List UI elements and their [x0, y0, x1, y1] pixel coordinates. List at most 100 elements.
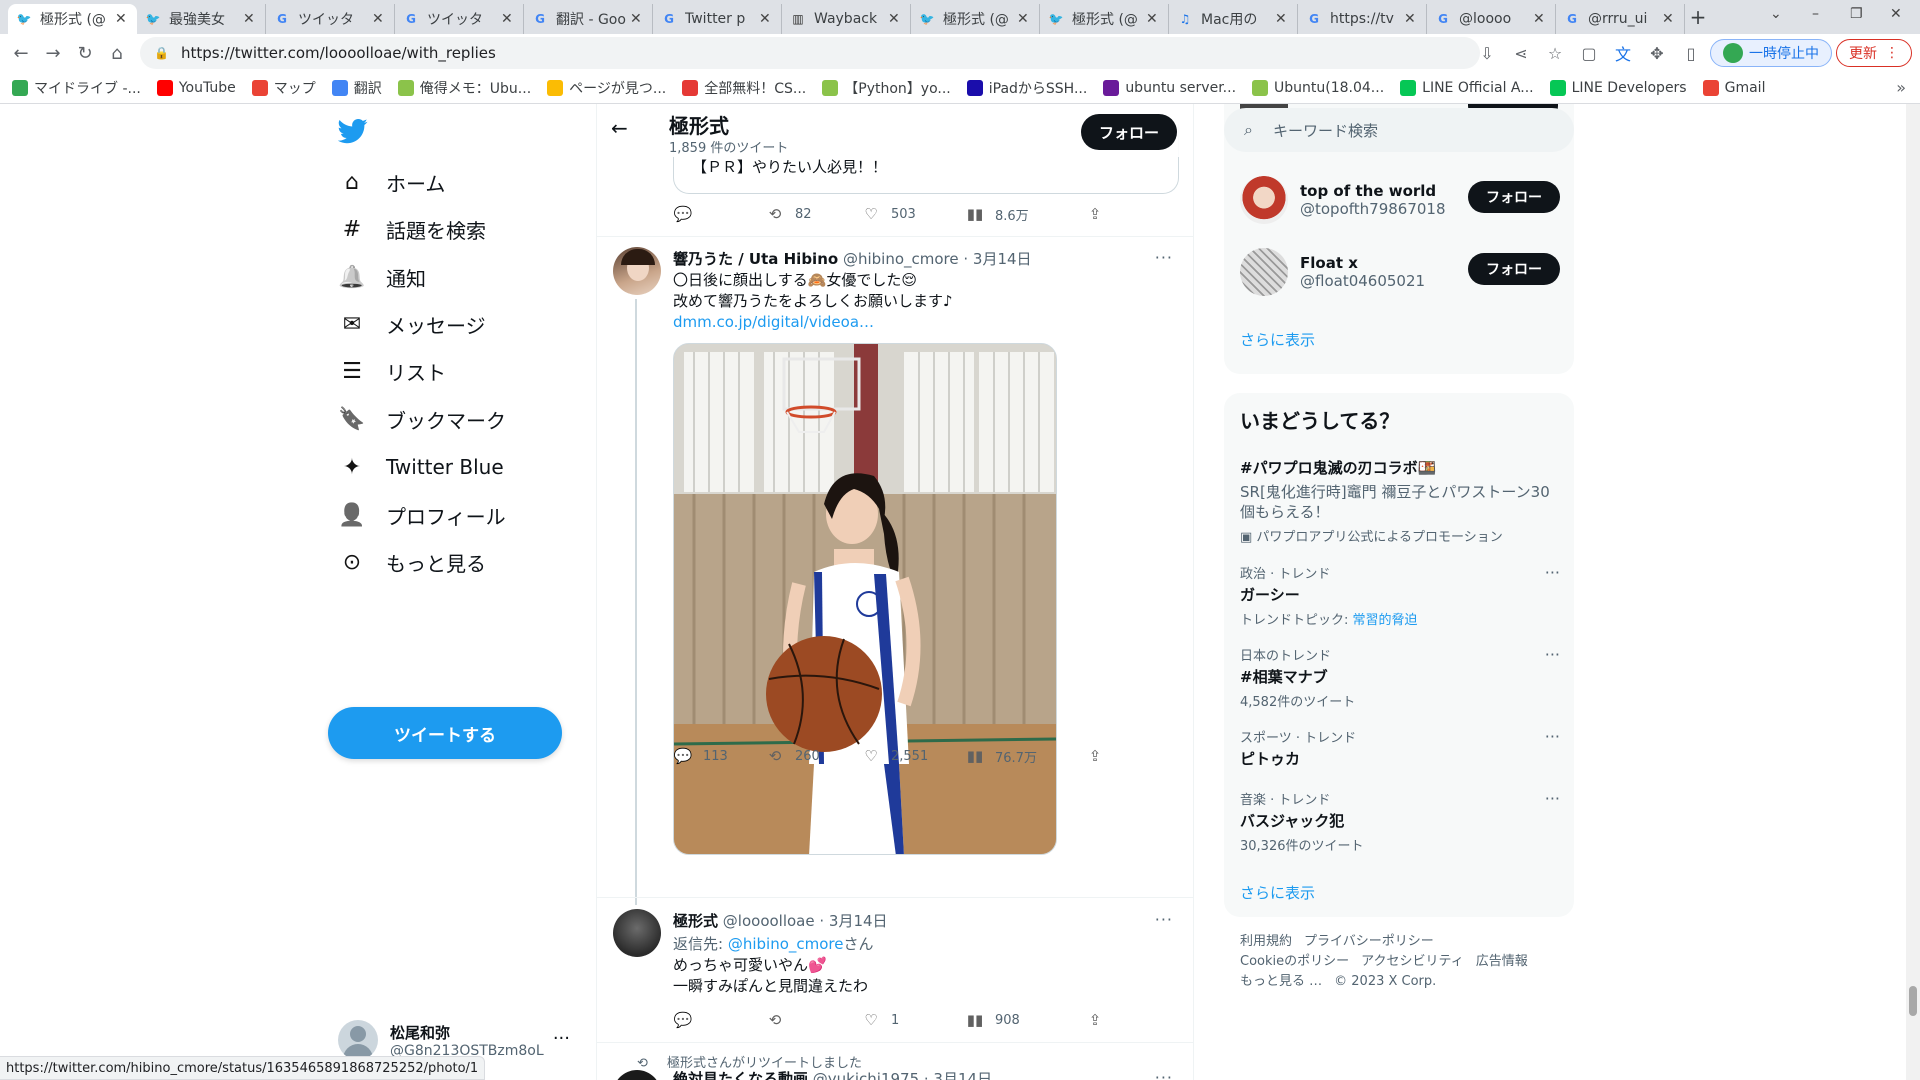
author-name[interactable]: 絶対見たくなる動画 — [673, 1070, 808, 1080]
tab-close-icon[interactable]: ✕ — [1533, 11, 1547, 27]
tab-close-icon[interactable]: ✕ — [888, 11, 902, 27]
bookmark-item[interactable]: YouTube — [156, 79, 236, 96]
trend-more-icon[interactable]: ··· — [1545, 727, 1560, 746]
trend-item[interactable]: 音楽 · トレンド バスジャック犯 30,326件のツイート ··· — [1240, 789, 1560, 854]
browser-tab[interactable]: G 翻訳 - Goo ✕ — [524, 4, 653, 34]
nav-item[interactable]: 👤 プロフィール — [338, 489, 505, 541]
home-button-icon[interactable]: ⌂ — [100, 36, 134, 70]
scrollbar-thumb[interactable] — [1909, 986, 1917, 1016]
bookmark-item[interactable]: iPadからSSH... — [966, 78, 1087, 98]
tab-close-icon[interactable]: ✕ — [1404, 11, 1418, 27]
tab-close-icon[interactable]: ✕ — [501, 11, 515, 27]
trend-item[interactable]: 日本のトレンド #相葉マナブ 4,582件のツイート ··· — [1240, 645, 1560, 710]
who-to-follow-item[interactable]: Float x @float04605021 フォロー — [1240, 243, 1560, 301]
address-bar[interactable]: 🔒 https://twitter.com/loooolloae/with_re… — [140, 37, 1480, 69]
footer-link[interactable]: アクセシビリティ — [1361, 954, 1464, 969]
bookmark-item[interactable]: ubuntu server... — [1103, 79, 1236, 96]
bookmark-item[interactable]: LINE Developers — [1549, 79, 1687, 96]
footer-link[interactable]: Cookieのポリシー — [1240, 954, 1349, 969]
views-button[interactable]: ▮▮ 76.7万 — [965, 746, 1085, 766]
tab-close-icon[interactable]: ✕ — [115, 11, 129, 27]
install-icon[interactable]: ⇩ — [1472, 38, 1502, 68]
browser-tab[interactable]: Ghttps://tv ✕ — [1298, 4, 1427, 34]
nav-item[interactable]: ⊙ もっと見る — [338, 536, 486, 588]
bookmark-item[interactable]: LINE Official A... — [1400, 79, 1534, 96]
tab-close-icon[interactable]: ✕ — [372, 11, 386, 27]
trend-topic-link[interactable]: 常習的脅迫 — [1353, 613, 1418, 628]
author-name[interactable]: 極形式 — [673, 912, 718, 930]
like-button[interactable]: ♡ 1 — [861, 1010, 965, 1030]
bookmark-item[interactable]: ページが見つ... — [547, 78, 666, 98]
avatar[interactable] — [613, 247, 661, 295]
tab-close-icon[interactable]: ✕ — [1146, 11, 1160, 27]
browser-tab[interactable]: 🐦 極形式 (@ ✕ — [911, 4, 1040, 34]
forward-icon[interactable]: → — [36, 36, 70, 70]
author-name[interactable]: 響乃うた / Uta Hibino — [673, 250, 838, 268]
footer-link[interactable]: もっと見る … — [1240, 974, 1322, 989]
tab-close-icon[interactable]: ✕ — [243, 11, 257, 27]
bookmark-item[interactable]: 俺得メモ：Ubu... — [397, 78, 531, 98]
tab-close-icon[interactable]: ✕ — [630, 11, 644, 27]
retweet-button[interactable]: ⟲ 82 — [765, 204, 861, 224]
footer-link[interactable]: 利用規約 — [1240, 934, 1292, 949]
tab-close-icon[interactable]: ✕ — [1017, 11, 1031, 27]
browser-tab[interactable]: G @rrru_ui ✕ — [1556, 4, 1685, 34]
reply-button[interactable]: 💬 — [673, 204, 765, 224]
trend-item[interactable]: スポーツ · トレンド ピトゥカ ··· — [1240, 727, 1560, 769]
star-icon[interactable]: ☆ — [1540, 38, 1570, 68]
browser-tab[interactable]: G ツイッタ ✕ — [395, 4, 524, 34]
tab-close-icon[interactable]: ✕ — [1662, 11, 1676, 27]
browser-tab[interactable]: 🐦 極形式 (@ ✕ — [1040, 4, 1169, 34]
tweet-more-icon[interactable]: ··· — [1155, 910, 1173, 929]
who-to-follow-item[interactable]: top of the world @topofth79867018 フォロー — [1240, 171, 1560, 229]
browser-tab[interactable]: 🐦 極形式 (@ ✕ — [8, 4, 137, 34]
views-button[interactable]: ▮▮ 8.6万 — [965, 204, 1085, 224]
tweet-link[interactable]: dmm.co.jp/digital/videoa… — [673, 312, 953, 333]
retweet-button[interactable]: ⟲ 260 — [765, 746, 861, 766]
trend-more-icon[interactable]: ··· — [1545, 789, 1560, 808]
bookmark-item[interactable]: 全部無料！CS... — [682, 78, 806, 98]
tweet-photo[interactable] — [673, 343, 1057, 855]
author-handle[interactable]: @hibino_cmore · 3月14日 — [843, 250, 1032, 268]
bookmark-item[interactable]: Gmail — [1702, 79, 1765, 96]
account-more-icon[interactable]: ··· — [553, 1028, 570, 1049]
trend-item[interactable]: 政治 · トレンド ガーシー トレンドトピック: 常習的脅迫 ··· — [1240, 563, 1560, 628]
footer-link[interactable]: プライバシーポリシー — [1304, 934, 1434, 949]
extensions-icon[interactable]: ✥ — [1642, 38, 1672, 68]
trend-more-icon[interactable]: ··· — [1545, 645, 1560, 664]
reload-icon[interactable]: ↻ — [68, 36, 102, 70]
who-show-more-link[interactable]: さらに表示 — [1240, 329, 1315, 350]
follow-button[interactable]: フォロー — [1080, 114, 1177, 150]
author-handle[interactable]: @loooolloae · 3月14日 — [723, 912, 888, 930]
nav-item[interactable]: ✦ Twitter Blue — [338, 441, 504, 493]
back-icon[interactable]: ← — [4, 36, 38, 70]
nav-item[interactable]: # 話題を検索 — [338, 203, 486, 255]
author-handle[interactable]: @yukichi1975 · 3月14日 — [813, 1070, 992, 1080]
nav-item[interactable]: 🔔 通知 — [338, 251, 426, 303]
avatar[interactable] — [613, 909, 661, 957]
search-input[interactable]: ⌕ キーワード検索 — [1224, 108, 1574, 152]
translate-icon[interactable]: 文 — [1608, 38, 1638, 68]
bookmark-item[interactable]: マップ — [251, 78, 316, 98]
like-button[interactable]: ♡ 503 — [861, 204, 965, 224]
restore-icon[interactable]: ❐ — [1850, 6, 1863, 22]
views-button[interactable]: ▮▮ 908 — [965, 1010, 1085, 1030]
reply-mention[interactable]: @hibino_cmore — [728, 935, 844, 953]
tweet-more-icon[interactable]: ··· — [1155, 248, 1173, 267]
promoted-trend[interactable]: #パワプロ鬼滅の刃コラボ🍱 SR[鬼化進行時]竈門 禰豆子とパワストーン30個も… — [1240, 455, 1560, 545]
tab-search-icon[interactable]: ⌄ — [1770, 6, 1782, 22]
browser-tab[interactable]: G @loooo ✕ — [1427, 4, 1556, 34]
browser-tab[interactable]: G Twitter p ✕ — [653, 4, 782, 34]
nav-item[interactable]: 🔖 ブックマーク — [338, 393, 506, 445]
share-button[interactable]: ⇪ — [1085, 204, 1145, 224]
twitter-logo-icon[interactable] — [337, 116, 372, 150]
share-button[interactable]: ⇪ — [1085, 1010, 1145, 1030]
extension-chat-icon[interactable]: ▢ — [1574, 38, 1604, 68]
bookmark-item[interactable]: Ubuntu(18.04... — [1252, 79, 1384, 96]
close-window-icon[interactable]: ✕ — [1890, 6, 1902, 22]
follow-button[interactable]: フォロー — [1468, 181, 1560, 213]
reply-button[interactable]: 💬 113 — [673, 746, 765, 766]
new-tab-button[interactable]: + — [1682, 2, 1714, 32]
paused-profile-button[interactable]: 一時停止中 — [1710, 39, 1832, 67]
update-button[interactable]: 更新 ⋮ — [1836, 39, 1912, 67]
